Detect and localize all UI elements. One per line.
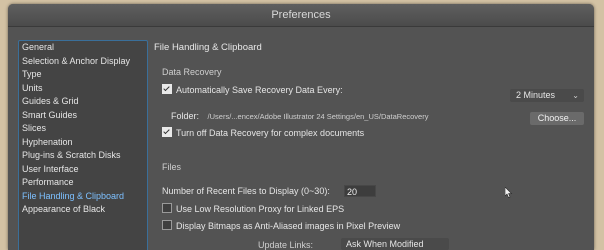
auto-save-checkbox[interactable]: [162, 84, 172, 94]
turn-off-recovery-label: Turn off Data Recovery for complex docum…: [176, 128, 365, 138]
recovery-interval-dropdown[interactable]: 2 Minutes ⌄: [510, 89, 584, 102]
data-recovery-heading: Data Recovery: [162, 67, 222, 77]
turn-off-recovery-row[interactable]: Turn off Data Recovery for complex docum…: [162, 127, 364, 138]
files-heading: Files: [162, 162, 182, 172]
low-res-proxy-checkbox[interactable]: [162, 203, 172, 213]
turn-off-recovery-checkbox[interactable]: [162, 127, 172, 137]
update-links-dropdown[interactable]: Ask When Modified: [341, 238, 449, 250]
antialias-bitmaps-label: Display Bitmaps as Anti-Aliased images i…: [176, 221, 401, 231]
preferences-window: Preferences General Selection & Anchor D…: [8, 4, 594, 250]
choose-folder-button[interactable]: Choose...: [530, 112, 584, 125]
folder-path: /Users/...encex/Adobe Illustrator 24 Set…: [207, 112, 429, 121]
auto-save-label: Automatically Save Recovery Data Every:: [176, 85, 343, 95]
low-res-proxy-label: Use Low Resolution Proxy for Linked EPS: [176, 204, 345, 214]
folder-row: Folder: /Users/...encex/Adobe Illustrato…: [171, 111, 428, 121]
recovery-interval-value: 2 Minutes: [516, 90, 556, 100]
chevron-down-icon: ⌄: [572, 91, 579, 100]
update-links-value: Ask When Modified: [346, 239, 424, 249]
update-links-label: Update Links:: [258, 240, 314, 250]
section-title: File Handling & Clipboard: [154, 42, 262, 53]
mouse-pointer-icon: [505, 187, 513, 198]
preferences-content: File Handling & Clipboard Data Recovery …: [8, 4, 594, 250]
antialias-bitmaps-checkbox[interactable]: [162, 220, 172, 230]
recent-files-label: Number of Recent Files to Display (0~30)…: [162, 186, 330, 196]
auto-save-checkbox-row[interactable]: Automatically Save Recovery Data Every:: [162, 84, 343, 95]
folder-label: Folder:: [171, 111, 200, 121]
recent-files-input[interactable]: 20: [344, 185, 376, 197]
antialias-bitmaps-row[interactable]: Display Bitmaps as Anti-Aliased images i…: [162, 220, 400, 231]
low-res-proxy-row[interactable]: Use Low Resolution Proxy for Linked EPS: [162, 203, 344, 214]
